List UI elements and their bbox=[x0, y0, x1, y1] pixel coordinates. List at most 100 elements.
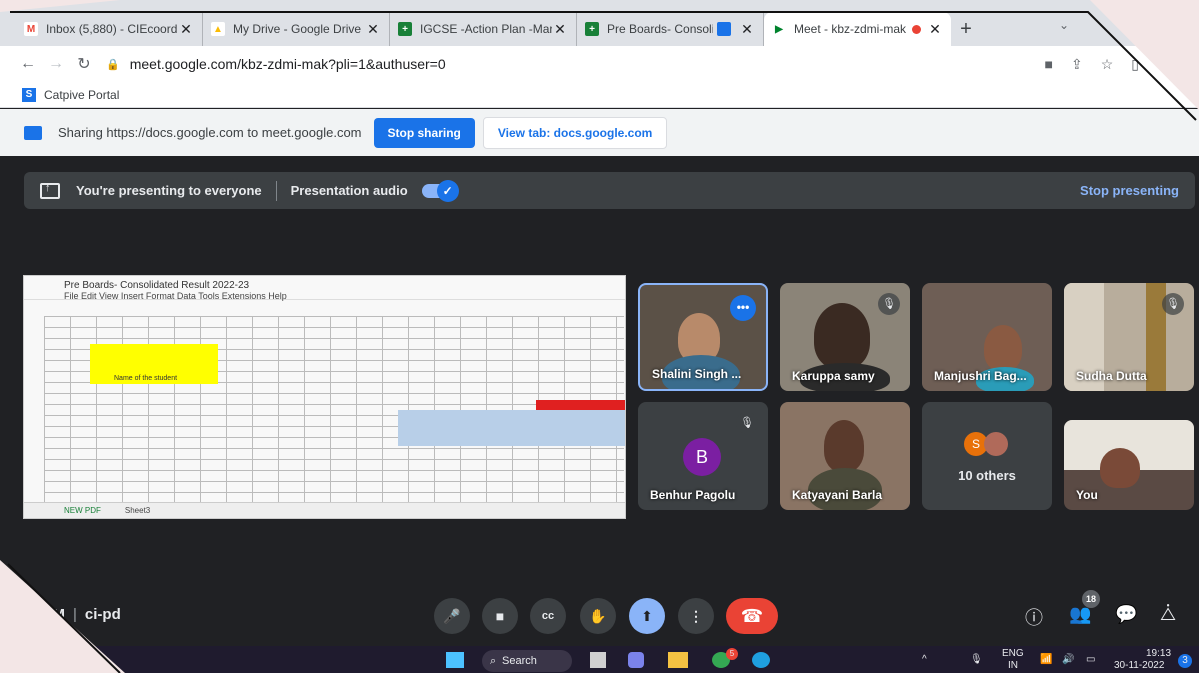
chat-icon[interactable]: 💬 bbox=[1115, 604, 1137, 625]
back-icon[interactable]: ← bbox=[14, 55, 42, 73]
close-icon[interactable]: ✕ bbox=[178, 21, 194, 38]
file-explorer-icon[interactable] bbox=[668, 652, 688, 668]
more-options-icon[interactable]: ••• bbox=[730, 295, 756, 321]
camera-button[interactable]: ■ bbox=[482, 598, 518, 634]
participant-video bbox=[824, 420, 864, 472]
more-options-button[interactable]: ⋮ bbox=[678, 598, 714, 634]
close-icon[interactable]: ✕ bbox=[927, 21, 943, 38]
participant-video bbox=[814, 303, 870, 369]
close-icon[interactable]: ✕ bbox=[739, 21, 755, 38]
sheet-tab[interactable]: NEW PDF bbox=[64, 506, 101, 515]
screen: M Inbox (5,880) - CIEcoordir ✕ ▲ My Driv… bbox=[0, 0, 1199, 673]
stop-sharing-button[interactable]: Stop sharing bbox=[373, 117, 475, 148]
search-icon: ⌕ bbox=[490, 654, 497, 667]
participant-tile[interactable]: 🎙 Sudha Dutta bbox=[1064, 283, 1194, 391]
presentation-audio-toggle[interactable]: ✓ bbox=[421, 179, 459, 202]
volume-icon[interactable]: 🔊 bbox=[1062, 654, 1074, 665]
stop-presenting-button[interactable]: Stop presenting bbox=[1080, 183, 1179, 198]
notification-badge[interactable]: 3 bbox=[1178, 654, 1192, 668]
present-button[interactable]: ⬆ bbox=[629, 598, 665, 634]
clock-date: 30-11-2022 bbox=[1114, 660, 1165, 671]
wifi-icon[interactable]: 📶 bbox=[1040, 654, 1052, 665]
participant-tile[interactable]: Katyayani Barla bbox=[780, 402, 910, 510]
tab-meet[interactable]: ▶ Meet - kbz-zdmi-mak ✕ bbox=[764, 12, 951, 46]
leave-call-button[interactable]: ☎ bbox=[726, 598, 778, 634]
raise-hand-button[interactable]: ✋ bbox=[580, 598, 616, 634]
view-tab-button[interactable]: View tab: docs.google.com bbox=[482, 116, 668, 149]
recording-dot-icon bbox=[912, 24, 921, 34]
sheet-title: Pre Boards- Consolidated Result 2022-23 bbox=[64, 280, 250, 291]
lock-icon: 🔒 bbox=[106, 58, 120, 71]
people-count-badge: 18 bbox=[1082, 590, 1100, 608]
screen-share-icon bbox=[24, 125, 42, 140]
forward-icon[interactable]: → bbox=[42, 55, 70, 73]
browser-toolbar: ← → ↻ 🔒 meet.google.com/kbz-zdmi-mak?pli… bbox=[0, 46, 1199, 82]
camera-icon[interactable]: ■ bbox=[1045, 56, 1053, 73]
participant-tile[interactable]: ••• Shalini Singh ... bbox=[638, 283, 768, 391]
meet-icon: ▶ bbox=[772, 22, 786, 36]
others-tile[interactable]: S 10 others bbox=[922, 402, 1052, 510]
microphone-button[interactable]: 🎤 bbox=[434, 598, 470, 634]
mic-icon: 🎙 bbox=[970, 654, 983, 665]
new-tab-button[interactable]: + bbox=[951, 12, 981, 46]
participant-tile-self[interactable]: You bbox=[1064, 420, 1194, 510]
teams-icon[interactable] bbox=[628, 652, 644, 668]
sheet-menu-items: File Edit View Insert Format Data Tools … bbox=[64, 291, 287, 301]
sheets-icon: + bbox=[398, 22, 412, 36]
participant-video bbox=[984, 325, 1022, 371]
meeting-details-icon[interactable]: ⓘ bbox=[1025, 604, 1043, 630]
mic-off-icon: 🎙 bbox=[878, 293, 900, 315]
clock-time[interactable]: 19:13 bbox=[1146, 648, 1171, 659]
tab-search-icon[interactable]: ⌄ bbox=[1059, 18, 1069, 32]
mic-off-icon: 🎙 bbox=[736, 412, 758, 434]
windows-start-icon[interactable] bbox=[446, 652, 464, 668]
side-panel-icon[interactable]: ▯ bbox=[1131, 56, 1139, 73]
chevron-up-icon[interactable]: ^ bbox=[922, 654, 927, 665]
chrome-badge: 5 bbox=[726, 648, 738, 660]
share-icon[interactable]: ⇪ bbox=[1071, 56, 1083, 73]
battery-icon[interactable]: ▭ bbox=[1086, 654, 1095, 665]
close-icon[interactable]: ✕ bbox=[365, 21, 381, 38]
task-view-icon[interactable] bbox=[590, 652, 606, 668]
language-region: IN bbox=[1008, 660, 1018, 671]
avatar: B bbox=[683, 438, 721, 476]
sheets-icon: + bbox=[585, 22, 599, 36]
participant-tile[interactable]: 🎙 Karuppa samy bbox=[780, 283, 910, 391]
bookmark-star-icon[interactable]: ☆ bbox=[1101, 56, 1114, 73]
tab-action-plan[interactable]: + IGCSE -Action Plan -Marc ✕ bbox=[390, 12, 577, 46]
address-bar[interactable]: 🔒 meet.google.com/kbz-zdmi-mak?pli=1&aut… bbox=[106, 56, 446, 72]
edge-icon[interactable] bbox=[752, 652, 770, 668]
close-icon[interactable]: ✕ bbox=[552, 21, 568, 38]
reload-icon[interactable]: ↻ bbox=[70, 54, 98, 74]
red-highlight bbox=[536, 400, 625, 410]
activities-icon[interactable]: ⧊ bbox=[1160, 604, 1176, 625]
meeting-time: 3 PM bbox=[30, 606, 66, 623]
mic-off-icon: 🎙 bbox=[1162, 293, 1184, 315]
os-taskbar: ⌕ Search 5 ^ 🎙 ENG IN 📶 🔊 ▭ 19:13 30-11-2… bbox=[0, 646, 1199, 673]
presenting-text: You're presenting to everyone bbox=[76, 183, 262, 198]
tab-title: Pre Boards- Consolid bbox=[607, 22, 713, 36]
browser-tab-strip: M Inbox (5,880) - CIEcoordir ✕ ▲ My Driv… bbox=[0, 0, 1199, 46]
tab-pre-boards[interactable]: + Pre Boards- Consolid ✕ bbox=[577, 12, 764, 46]
participant-video bbox=[1100, 448, 1140, 488]
drive-icon: ▲ bbox=[211, 22, 225, 36]
participant-tile[interactable]: B 🎙 Benhur Pagolu bbox=[638, 402, 768, 510]
sheet-menu: Pre Boards- Consolidated Result 2022-23 … bbox=[24, 276, 625, 301]
participant-name: Sudha Dutta bbox=[1076, 369, 1147, 383]
tab-drive[interactable]: ▲ My Drive - Google Drive ✕ bbox=[203, 12, 390, 46]
tab-title: Meet - kbz-zdmi-mak bbox=[794, 22, 907, 36]
participant-name: Karuppa samy bbox=[792, 369, 875, 383]
participant-name: Manjushri Bag... bbox=[934, 369, 1027, 383]
tab-title: IGCSE -Action Plan -Marc bbox=[420, 22, 552, 36]
meeting-code: ci-pd bbox=[84, 606, 121, 623]
participant-name: You bbox=[1076, 488, 1098, 502]
participant-tile[interactable]: Manjushri Bag... bbox=[922, 283, 1052, 391]
bookmark-catpive-portal[interactable]: Catpive Portal bbox=[44, 88, 119, 102]
header-cell: Name of the student bbox=[114, 375, 178, 382]
language-indicator[interactable]: ENG bbox=[1002, 648, 1024, 659]
tab-gmail[interactable]: M Inbox (5,880) - CIEcoordir ✕ bbox=[16, 12, 203, 46]
screen-share-icon bbox=[717, 22, 731, 36]
sheet-tab[interactable]: Sheet3 bbox=[125, 506, 150, 515]
captions-button[interactable]: cc bbox=[530, 598, 566, 634]
taskbar-search[interactable]: ⌕ Search bbox=[482, 650, 572, 672]
